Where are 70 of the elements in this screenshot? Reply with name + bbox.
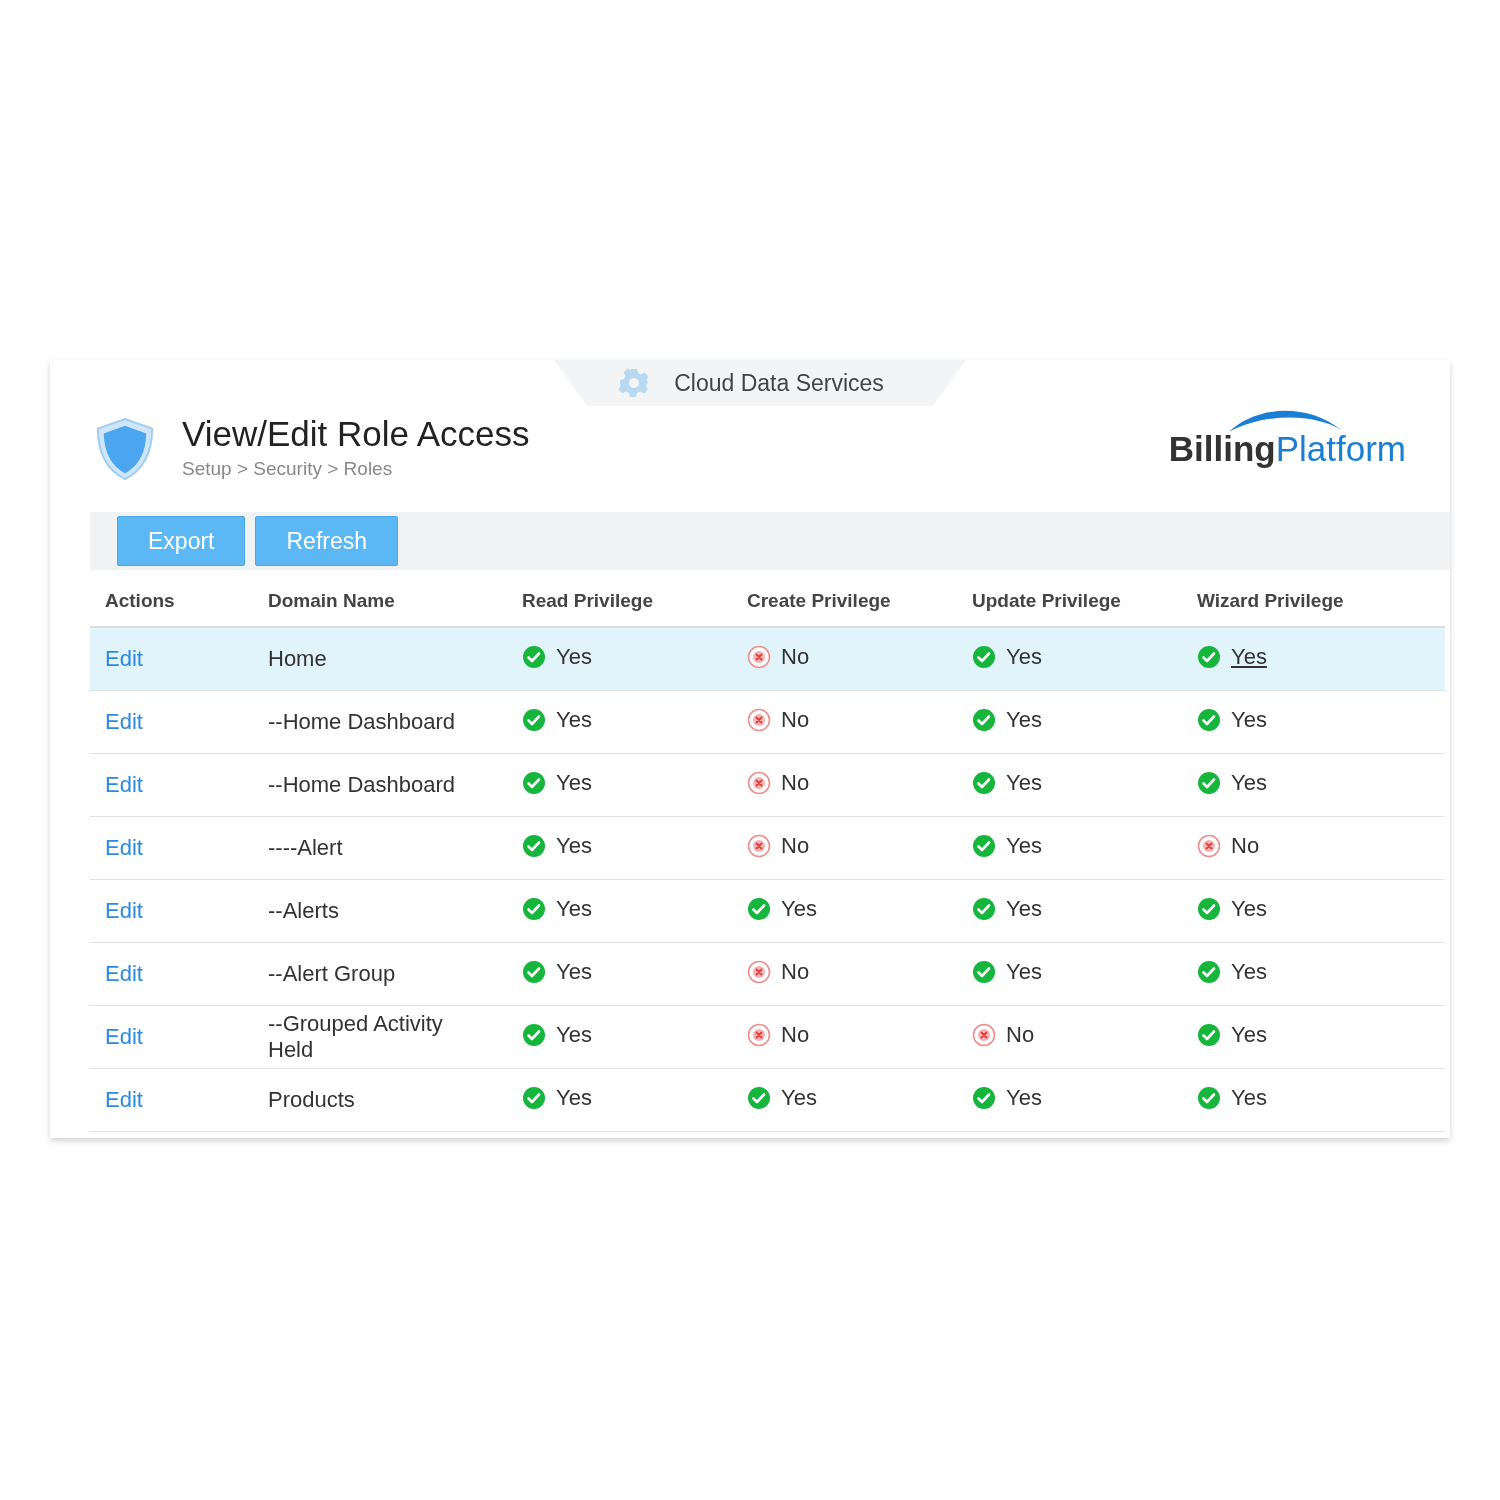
domain-name: ----Alert: [268, 835, 343, 861]
privilege-value: Yes: [1006, 643, 1042, 670]
privilege-value: No: [781, 958, 810, 985]
logo: BillingPlatform: [1168, 402, 1406, 470]
edit-link[interactable]: Edit: [105, 835, 143, 860]
page-title: View/Edit Role Access: [182, 414, 531, 454]
privilege-value: Yes: [556, 895, 592, 922]
privilege-value: Yes: [1231, 1021, 1267, 1048]
privilege-value: Yes: [556, 643, 592, 670]
table-row[interactable]: Edit --Home Dashboard Yes No Yes Yes: [90, 753, 1445, 817]
privilege-value: Yes: [1006, 895, 1042, 922]
table-row[interactable]: Edit --Alerts Yes Yes Yes Yes: [90, 879, 1445, 943]
privilege-value: Yes: [1231, 1084, 1267, 1111]
domain-name: Home: [268, 646, 327, 672]
toolbar-button[interactable]: Export: [117, 516, 246, 566]
domain-name: --Home Dashboard: [268, 772, 456, 798]
shield-icon: [94, 416, 156, 482]
privilege-value: Yes: [556, 706, 592, 733]
column-header: Actions: [105, 590, 175, 611]
table-row[interactable]: Edit Products Yes Yes Yes Yes: [90, 1068, 1445, 1132]
column-header: Read Privilege: [522, 590, 653, 611]
privilege-value: Yes: [1231, 643, 1267, 670]
breadcrumb: Setup > Security > Roles: [182, 458, 394, 480]
privilege-value: Yes: [556, 1084, 592, 1111]
edit-link[interactable]: Edit: [105, 709, 143, 734]
privilege-value: Yes: [1231, 958, 1267, 985]
toolbar-button[interactable]: Refresh: [255, 516, 399, 566]
table-row[interactable]: Edit Home Yes No Yes Yes: [90, 627, 1445, 691]
domain-name: --Home Dashboard: [268, 709, 456, 735]
domain-name: Products: [268, 1087, 355, 1113]
privilege-value: Yes: [781, 895, 817, 922]
table-row[interactable]: Edit --Alert Group Yes No Yes Yes: [90, 942, 1445, 1006]
column-header: Wizard Privilege: [1197, 590, 1344, 611]
column-header: Domain Name: [268, 590, 395, 611]
column-header: Update Privilege: [972, 590, 1121, 611]
edit-link[interactable]: Edit: [105, 961, 143, 986]
edit-link[interactable]: Edit: [105, 646, 143, 671]
domain-name: --Grouped Activity Held: [268, 1011, 444, 1063]
privilege-value: No: [781, 643, 810, 670]
edit-link[interactable]: Edit: [105, 898, 143, 923]
edit-link[interactable]: Edit: [105, 1087, 143, 1112]
privilege-value: No: [781, 1021, 810, 1048]
tab-label: Cloud Data Services: [674, 369, 884, 397]
domain-name: --Alerts: [268, 898, 339, 924]
edit-link[interactable]: Edit: [105, 772, 143, 797]
privilege-value: Yes: [1231, 706, 1267, 733]
privilege-value: Yes: [1231, 895, 1267, 922]
edit-link[interactable]: Edit: [105, 1024, 143, 1049]
privilege-value: Yes: [1231, 769, 1267, 796]
table-row[interactable]: Edit ----Alert Yes No Yes No: [90, 816, 1445, 880]
table-row[interactable]: Edit --Grouped Activity Held Yes No No Yes: [90, 1005, 1445, 1069]
domain-name: --Alert Group: [268, 961, 396, 987]
privilege-value: Yes: [1006, 832, 1042, 859]
privilege-value: Yes: [556, 958, 592, 985]
column-header: Create Privilege: [747, 590, 891, 611]
privilege-value: No: [781, 832, 810, 859]
privilege-value: No: [781, 706, 810, 733]
privilege-value: Yes: [556, 832, 592, 859]
gear-icon: [618, 367, 651, 399]
privilege-value: Yes: [556, 1021, 592, 1048]
privilege-value: Yes: [556, 769, 592, 796]
privilege-value: Yes: [1006, 706, 1042, 733]
table-row[interactable]: Edit --Home Dashboard Yes No Yes Yes: [90, 690, 1445, 754]
privilege-value: Yes: [781, 1084, 817, 1111]
privilege-value: Yes: [1006, 958, 1042, 985]
privilege-value: Yes: [1006, 769, 1042, 796]
privilege-value: Yes: [1006, 1084, 1042, 1111]
privilege-value: No: [781, 769, 810, 796]
privilege-value: No: [1006, 1021, 1035, 1048]
privilege-value: No: [1231, 832, 1260, 859]
